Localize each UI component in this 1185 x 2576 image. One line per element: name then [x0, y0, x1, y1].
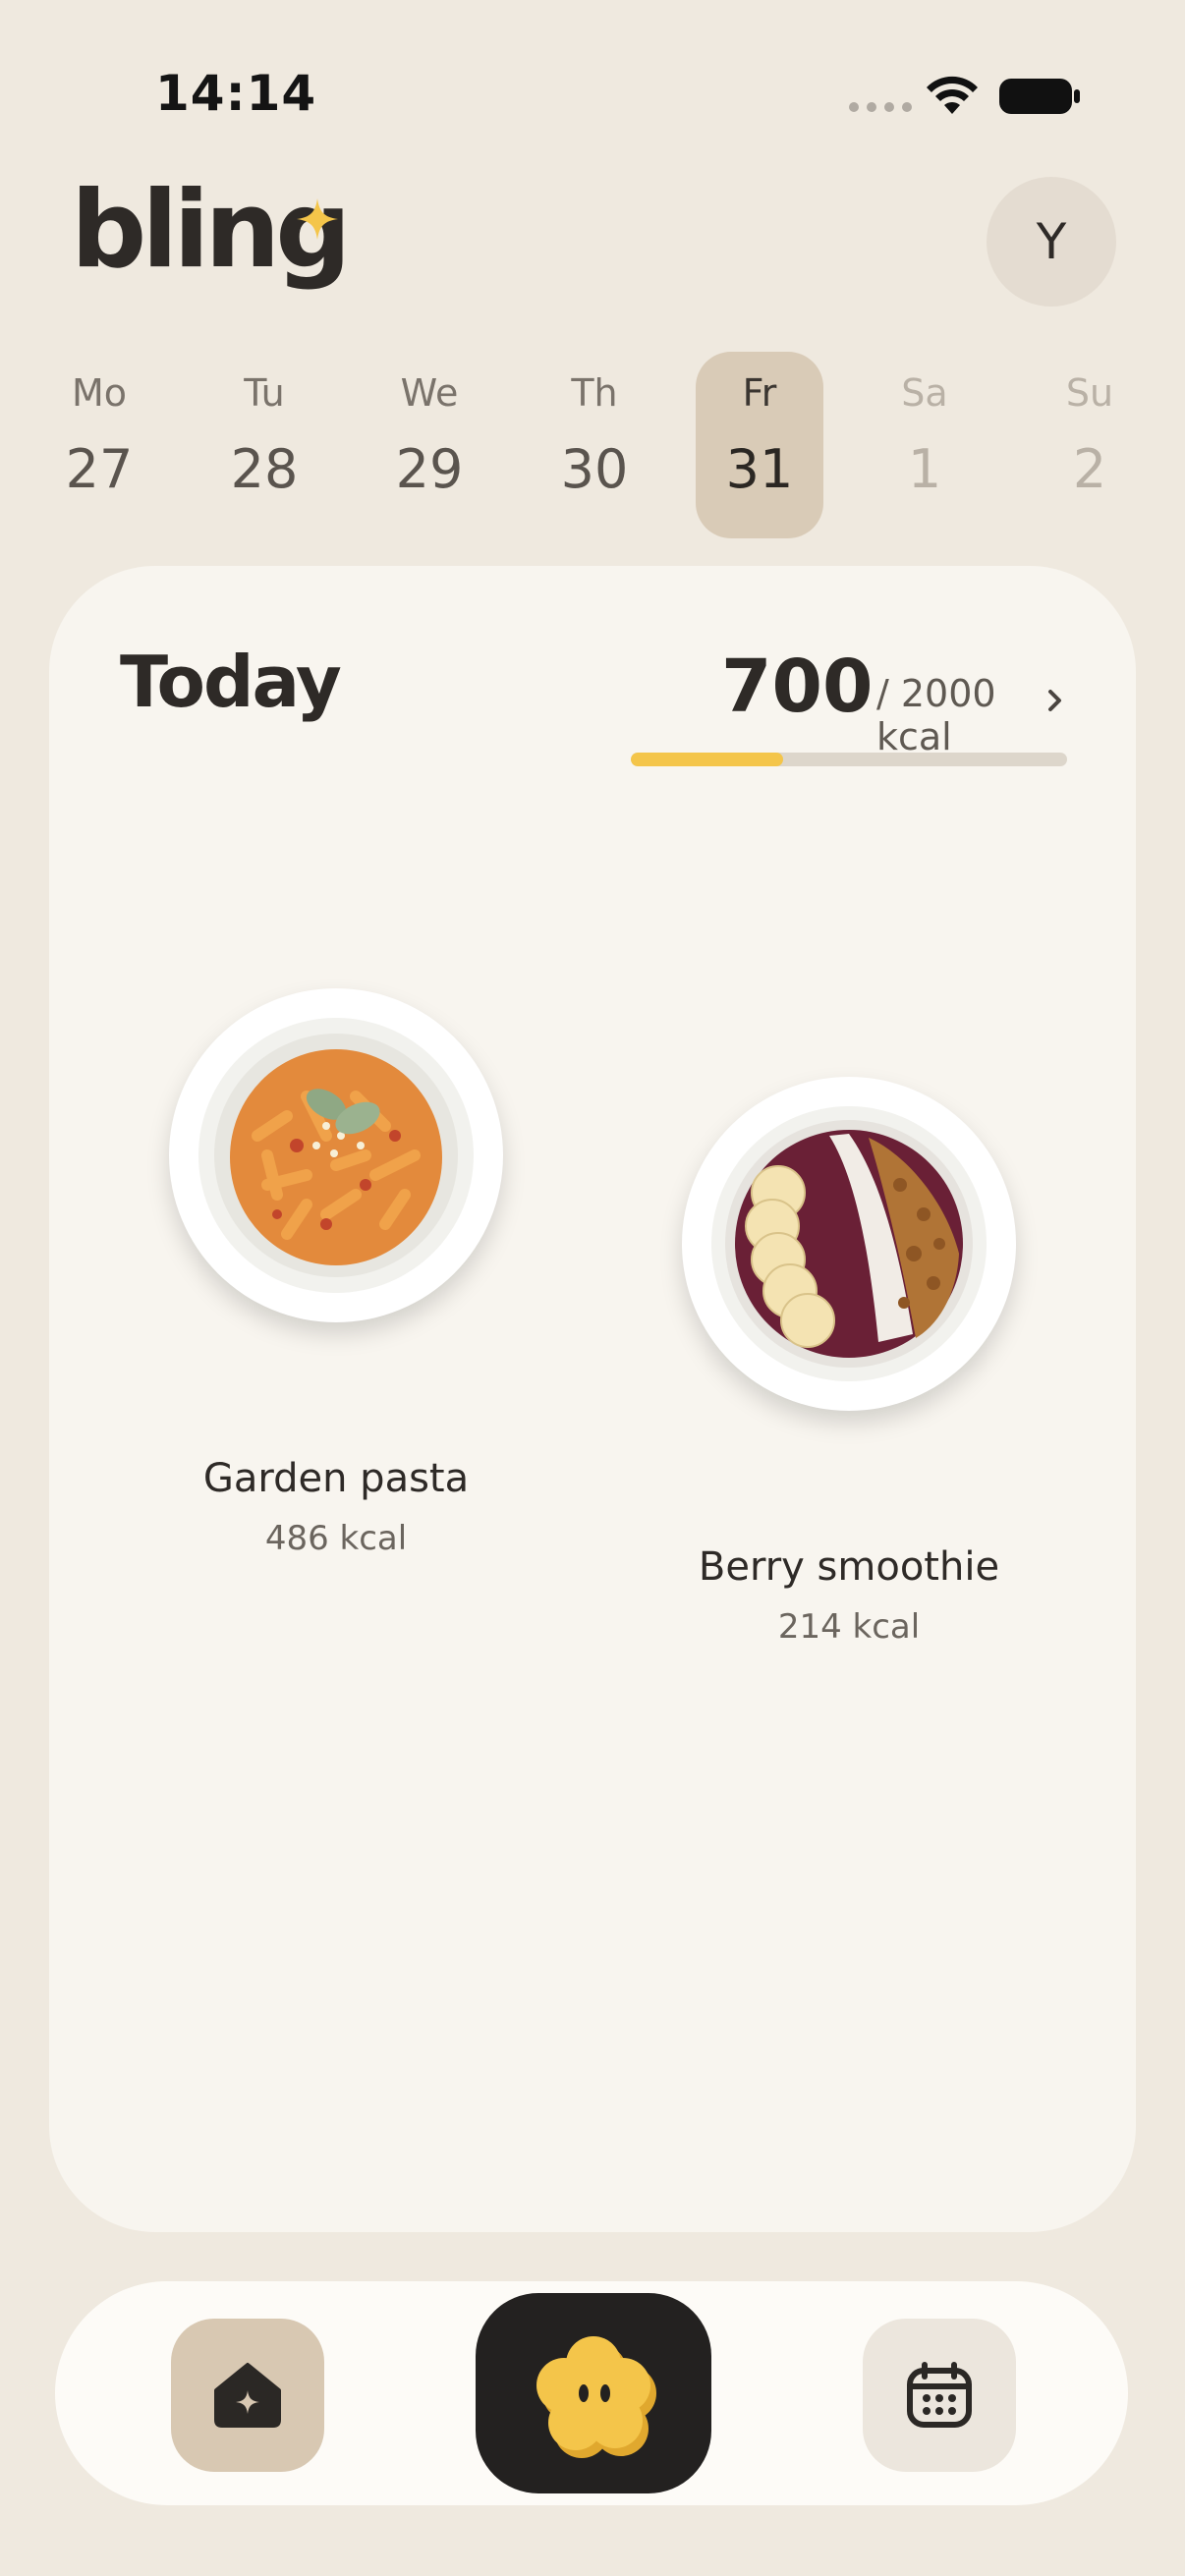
- nav-home-button[interactable]: [171, 2319, 324, 2472]
- meal-name: Garden pasta: [202, 1456, 470, 1501]
- day-we[interactable]: We 29: [366, 352, 493, 538]
- signal-icon: [849, 102, 912, 112]
- kcal-progress-bar: [631, 753, 1067, 766]
- day-number: 29: [395, 438, 464, 500]
- sparkle-icon: [297, 198, 338, 240]
- day-name: Sa: [901, 371, 948, 415]
- day-number: 28: [230, 438, 299, 500]
- kcal-summary[interactable]: 700 / 2000 kcal: [631, 644, 1083, 758]
- mascot-icon: [536, 2336, 656, 2458]
- bottom-nav: [55, 2281, 1128, 2505]
- meal-kcal: 486 kcal: [264, 1519, 408, 1558]
- day-fr[interactable]: Fr 31: [696, 352, 823, 538]
- day-mo[interactable]: Mo 27: [35, 352, 163, 538]
- nav-calendar-button[interactable]: [863, 2319, 1016, 2472]
- app-header: bling Y: [71, 169, 1122, 307]
- day-sa[interactable]: Sa 1: [861, 352, 988, 538]
- day-number: 2: [1072, 438, 1107, 500]
- status-bar: 14:14: [0, 0, 1185, 187]
- today-title: Today: [120, 641, 342, 723]
- day-number: 27: [65, 438, 134, 500]
- status-time: 14:14: [155, 65, 317, 122]
- day-su[interactable]: Su 2: [1026, 352, 1154, 538]
- day-number: 30: [560, 438, 629, 500]
- meal-kcal: 214 kcal: [777, 1607, 921, 1647]
- kcal-consumed: 700: [721, 644, 874, 729]
- wifi-icon: [927, 76, 978, 114]
- day-number: 1: [907, 438, 942, 500]
- home-icon: [214, 2363, 281, 2428]
- meal-card-garden-pasta[interactable]: Garden pasta 486 kcal: [140, 988, 533, 1558]
- day-name: Th: [571, 371, 618, 415]
- day-name: Su: [1065, 371, 1114, 415]
- profile-avatar[interactable]: Y: [987, 177, 1116, 307]
- day-th[interactable]: Th 30: [531, 352, 658, 538]
- day-name: We: [400, 371, 459, 415]
- battery-icon: [999, 79, 1080, 114]
- calendar-icon: [907, 2362, 972, 2428]
- week-strip: Mo 27 Tu 28 We 29 Th 30 Fr 31 Sa 1 Su 2: [35, 352, 1175, 538]
- smoothie-bowl-image: [682, 1077, 1016, 1411]
- nav-mascot-button[interactable]: [476, 2293, 711, 2493]
- day-number: 31: [725, 438, 794, 500]
- day-name: Mo: [71, 371, 128, 415]
- meal-name: Berry smoothie: [698, 1544, 1000, 1590]
- pasta-plate-image: [169, 988, 503, 1322]
- day-name: Tu: [244, 371, 285, 415]
- day-name: Fr: [742, 371, 777, 415]
- chevron-right-icon[interactable]: [1044, 686, 1067, 715]
- meal-card-berry-smoothie[interactable]: Berry smoothie 214 kcal: [652, 1077, 1045, 1647]
- today-card: Today 700 / 2000 kcal Garden pasta 486 k…: [49, 566, 1136, 2232]
- day-tu[interactable]: Tu 28: [200, 352, 328, 538]
- kcal-progress-fill: [631, 753, 784, 766]
